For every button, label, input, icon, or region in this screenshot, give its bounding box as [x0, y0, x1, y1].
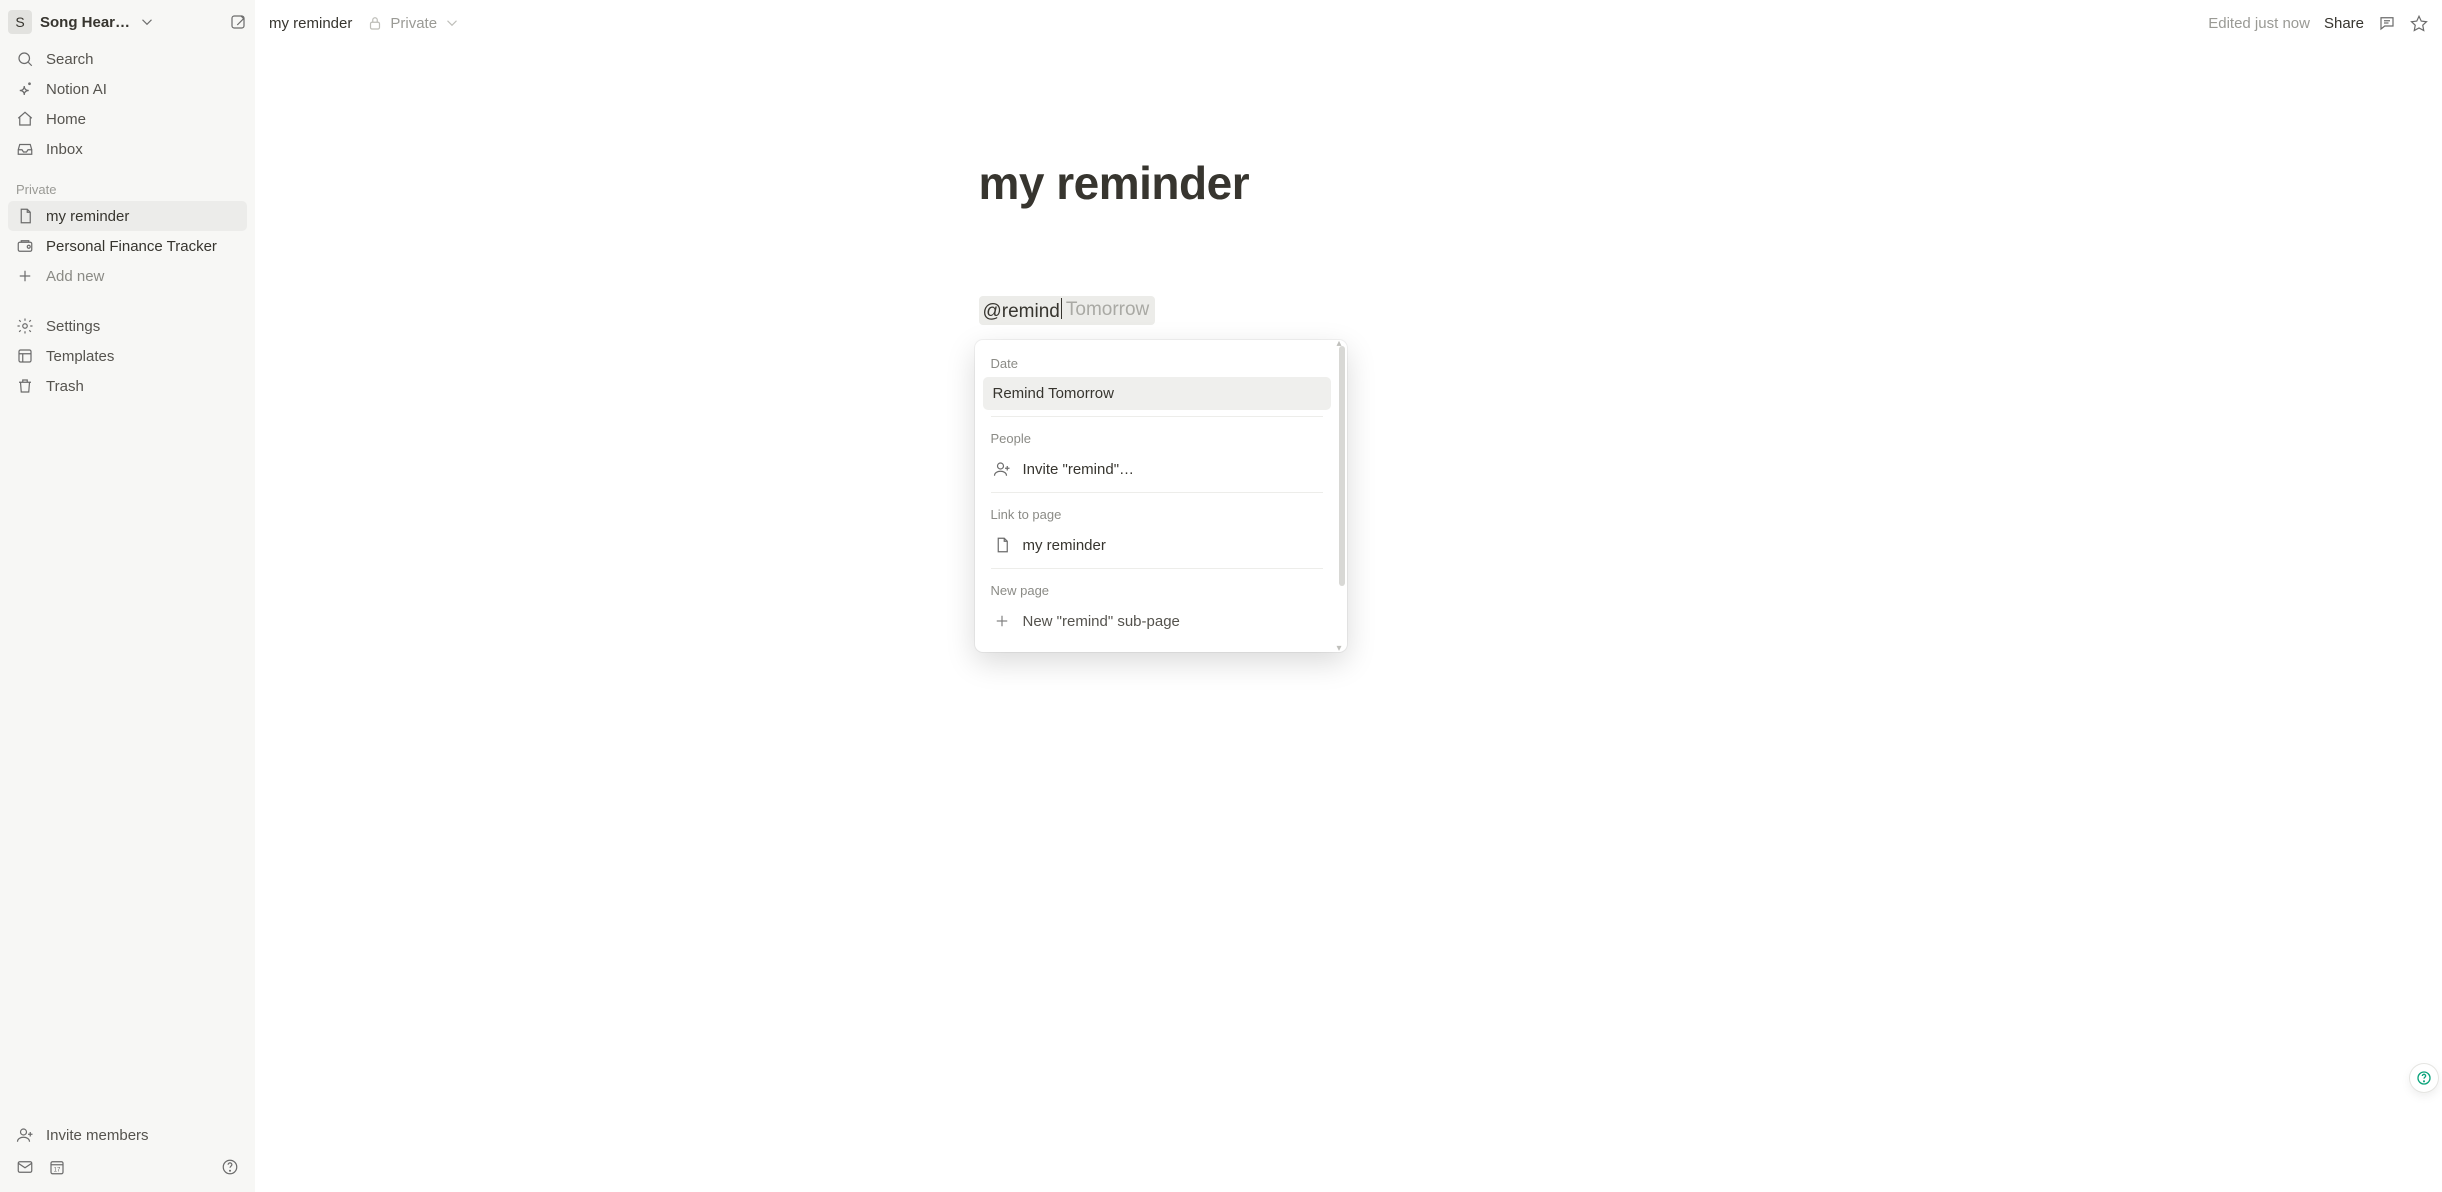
scroll-arrow-down-icon: ▾ — [1337, 643, 1342, 652]
chevron-down-icon — [138, 13, 156, 31]
sidebar-page-personal-finance-tracker[interactable]: Personal Finance Tracker — [8, 231, 247, 261]
mail-icon[interactable] — [16, 1158, 34, 1176]
sidebar-section-private: Private — [0, 168, 255, 201]
sidebar-settings-label: Settings — [46, 318, 100, 335]
breadcrumb-privacy[interactable]: Private — [366, 14, 461, 32]
calendar-icon[interactable]: 17 — [48, 1158, 66, 1176]
sidebar-ai-label: Notion AI — [46, 81, 107, 98]
person-add-icon — [16, 1126, 34, 1144]
popup-separator — [991, 492, 1323, 493]
help-fab[interactable] — [2410, 1064, 2438, 1092]
new-page-button[interactable] — [229, 13, 247, 31]
sidebar-page-my-reminder[interactable]: my reminder — [8, 201, 247, 231]
trash-icon — [16, 377, 34, 395]
sidebar-templates-label: Templates — [46, 348, 114, 365]
popup-item-link-my-reminder[interactable]: my reminder — [983, 528, 1331, 562]
sidebar-page-label: my reminder — [46, 208, 129, 225]
edited-timestamp: Edited just now — [2208, 15, 2310, 32]
scroll-arrow-up-icon: ▴ — [1337, 340, 1342, 349]
workspace-switcher[interactable]: S Song Hear… — [0, 0, 255, 40]
lock-icon — [366, 14, 384, 32]
sidebar-ai[interactable]: Notion AI — [8, 74, 247, 104]
home-icon — [16, 110, 34, 128]
mention-ghost-text: Tomorrow — [1066, 299, 1149, 321]
finance-icon — [16, 237, 34, 255]
main: my reminder Private Edited just now Shar… — [255, 0, 2442, 1192]
content-area: my reminder @remind Tomorrow Date Remind… — [255, 46, 2442, 1192]
gear-icon — [16, 317, 34, 335]
workspace-name: Song Hear… — [40, 14, 130, 31]
popup-separator — [991, 416, 1323, 417]
popup-group-link-to-page: Link to page — [983, 499, 1331, 528]
sidebar-home[interactable]: Home — [8, 104, 247, 134]
inbox-icon — [16, 140, 34, 158]
popup-scrollbar[interactable]: ▴ ▾ — [1339, 340, 1347, 652]
sidebar-page-label: Personal Finance Tracker — [46, 238, 217, 255]
breadcrumb-page-title[interactable]: my reminder — [269, 15, 352, 32]
page-title[interactable]: my reminder — [979, 156, 1719, 210]
workspace-avatar: S — [8, 10, 32, 34]
sidebar-bottom: Invite members 17 — [0, 1112, 255, 1192]
sidebar-settings[interactable]: Settings — [8, 311, 247, 341]
page-icon — [993, 536, 1011, 554]
sidebar-inbox-label: Inbox — [46, 141, 83, 158]
sidebar-invite-members[interactable]: Invite members — [8, 1120, 247, 1150]
popup-group-date: Date — [983, 348, 1331, 377]
page-icon — [16, 207, 34, 225]
sidebar-trash-label: Trash — [46, 378, 84, 395]
sidebar-nav: Search Notion AI Home Inbox — [0, 40, 255, 168]
popup-item-label: Invite "remind"… — [1023, 461, 1135, 478]
sidebar-search-label: Search — [46, 51, 94, 68]
mention-typed-text: @remind — [983, 298, 1062, 323]
sidebar-inbox[interactable]: Inbox — [8, 134, 247, 164]
comments-icon[interactable] — [2378, 14, 2396, 32]
popup-group-people: People — [983, 423, 1331, 452]
popup-item-remind-tomorrow[interactable]: Remind Tomorrow — [983, 377, 1331, 410]
sidebar-invite-members-label: Invite members — [46, 1127, 149, 1144]
sidebar-add-new-label: Add new — [46, 268, 104, 285]
popup-separator — [991, 568, 1323, 569]
sidebar: S Song Hear… Search Notion AI — [0, 0, 255, 1192]
help-icon[interactable] — [221, 1158, 239, 1176]
sidebar-add-new[interactable]: Add new — [8, 261, 247, 291]
popup-item-invite-remind[interactable]: Invite "remind"… — [983, 452, 1331, 486]
person-add-icon — [993, 460, 1011, 478]
plus-icon — [16, 267, 34, 285]
sidebar-home-label: Home — [46, 111, 86, 128]
sidebar-utils: Settings Templates Trash — [0, 311, 255, 401]
topbar: my reminder Private Edited just now Shar… — [255, 0, 2442, 46]
popup-group-new-page: New page — [983, 575, 1331, 604]
sidebar-pages: my reminder Personal Finance Tracker Add… — [0, 201, 255, 291]
share-button[interactable]: Share — [2324, 15, 2364, 32]
popup-item-label: Remind Tomorrow — [993, 385, 1114, 402]
sidebar-templates[interactable]: Templates — [8, 341, 247, 371]
templates-icon — [16, 347, 34, 365]
sidebar-trash[interactable]: Trash — [8, 371, 247, 401]
mention-popup: Date Remind Tomorrow People Invite "remi — [975, 340, 1347, 652]
popup-item-label: New "remind" sub-page — [1023, 613, 1180, 630]
popup-item-new-remind-subpage[interactable]: New "remind" sub-page — [983, 604, 1331, 638]
popup-item-label: my reminder — [1023, 537, 1106, 554]
editor-block[interactable]: @remind Tomorrow Date Remind Tomorrow Pe… — [979, 296, 1719, 325]
sidebar-search[interactable]: Search — [8, 44, 247, 74]
plus-icon — [993, 612, 1011, 630]
star-icon[interactable] — [2410, 14, 2428, 32]
mention-chip[interactable]: @remind Tomorrow — [979, 296, 1156, 325]
chevron-down-icon — [443, 14, 461, 32]
privacy-label: Private — [390, 15, 437, 32]
mention-popup-body[interactable]: Date Remind Tomorrow People Invite "remi — [975, 340, 1339, 652]
search-icon — [16, 50, 34, 68]
sparkle-icon — [16, 80, 34, 98]
svg-text:17: 17 — [54, 1168, 61, 1174]
